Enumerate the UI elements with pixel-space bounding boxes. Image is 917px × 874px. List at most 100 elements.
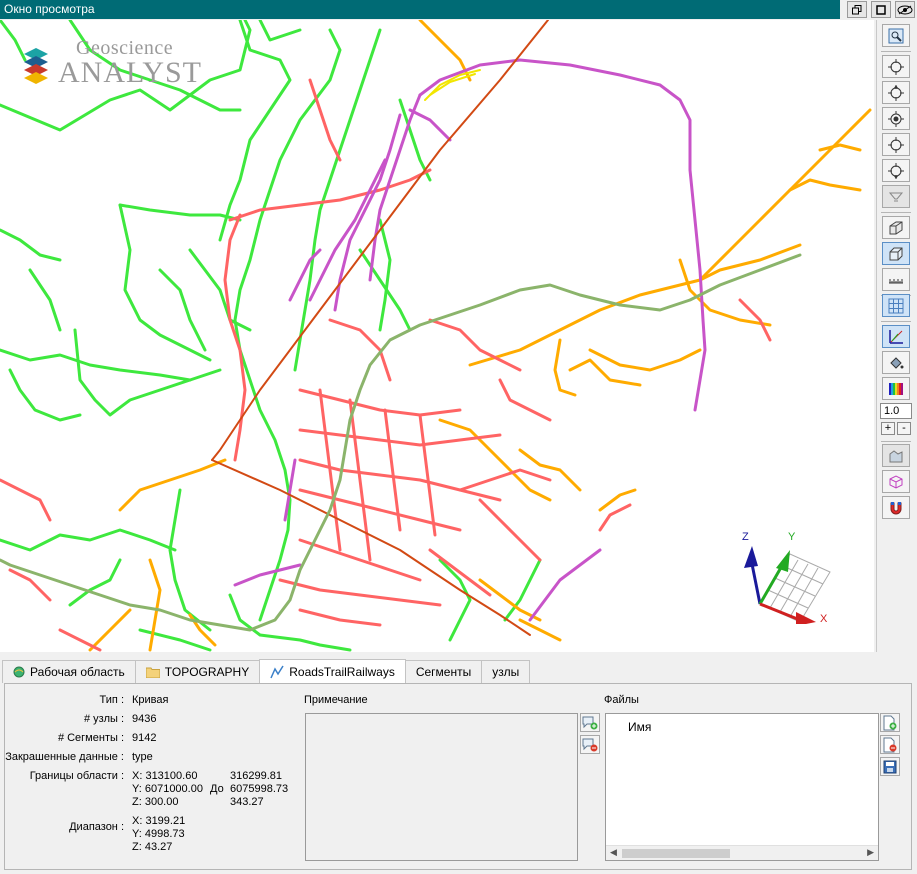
axis-y-label: Y <box>788 531 796 543</box>
scale-plus-button[interactable]: + <box>881 422 895 435</box>
axes-icon <box>889 329 903 344</box>
view-top-icon <box>888 58 904 75</box>
zoom-extents-icon <box>888 28 904 43</box>
vertical-scale-input[interactable]: 1.0 <box>880 403 912 419</box>
hide-button[interactable] <box>895 1 915 18</box>
add-file-icon <box>883 715 897 730</box>
paint-bucket-icon <box>890 356 904 369</box>
prop-nodes-value: 9436 <box>132 713 157 725</box>
tab-label: узлы <box>492 665 520 679</box>
clip-plane-icon <box>888 192 904 201</box>
axis-triad: Z Y X <box>742 531 831 624</box>
range-values: X: 3199.21 Y: 4998.73 Z: 43.27 <box>132 815 186 853</box>
object-properties-panel: Тип : Кривая # узлы : 9436 # Сегменты : … <box>4 683 912 870</box>
logo-line-1: Geoscience <box>76 37 174 59</box>
clip-plane-button[interactable] <box>882 185 910 208</box>
tab-roads-trail-railways[interactable]: RoadsTrailRailways <box>259 659 406 683</box>
perspective-box-icon <box>889 221 903 234</box>
ruler-button[interactable] <box>882 268 910 291</box>
logo-line-2: ANALYST <box>58 56 202 89</box>
notes-textarea[interactable] <box>305 713 578 861</box>
paint-bucket-button[interactable] <box>882 351 910 374</box>
restore-icon <box>852 4 862 14</box>
prop-segments: # Сегменты : 9142 <box>57 732 157 744</box>
title-buttons <box>847 1 915 18</box>
tab-workspace[interactable]: Рабочая область <box>2 660 136 683</box>
scale-minus-button[interactable]: - <box>897 422 911 435</box>
grid-icon <box>888 298 904 313</box>
files-list[interactable]: Имя ◀ ▶ <box>605 713 879 861</box>
zoom-extents-button[interactable] <box>882 24 910 47</box>
files-name-column-header: Имя <box>628 720 652 734</box>
prop-nodes: # узлы : 9436 <box>83 713 157 725</box>
orthographic-box-icon <box>889 247 903 260</box>
eye-hidden-icon <box>897 5 913 14</box>
cross-section-button[interactable] <box>882 444 910 467</box>
geoscience-analyst-logo: Geoscience ANALYST <box>20 38 202 88</box>
bounds-grid: X: 313100.60 316299.81 Y: 6071000.00 До … <box>132 770 289 808</box>
remove-note-icon <box>582 738 598 751</box>
view-east-button[interactable] <box>882 133 910 156</box>
save-file-button[interactable] <box>880 757 900 776</box>
tab-label: RoadsTrailRailways <box>289 664 395 679</box>
maximize-button[interactable] <box>871 1 891 18</box>
snap-magnet-button[interactable] <box>882 496 910 519</box>
view-center-icon <box>888 110 904 127</box>
axis-z-label: Z <box>742 531 749 543</box>
workspace-globe-icon <box>13 666 25 678</box>
view-south-button[interactable] <box>882 159 910 182</box>
files-label: Файлы <box>604 694 639 706</box>
prop-type: Тип : Кривая <box>99 694 169 706</box>
axes-button[interactable] <box>882 325 910 348</box>
tab-label: Рабочая область <box>30 665 125 679</box>
scroll-right-icon[interactable]: ▶ <box>867 847 874 858</box>
view-center-button[interactable] <box>882 107 910 130</box>
3d-viewport[interactable]: Geoscience ANALYST Z Y X <box>0 20 874 652</box>
tab-label: TOPOGRAPHY <box>164 665 250 679</box>
color-bar-button[interactable] <box>882 377 910 400</box>
tab-nodes[interactable]: узлы <box>481 660 531 683</box>
remove-note-button[interactable] <box>580 735 600 754</box>
view-top-button[interactable] <box>882 55 910 78</box>
prop-range: Диапазон : X: 3199.21 Y: 4998.73 Z: 43.2… <box>69 815 186 853</box>
notes-label: Примечание <box>304 694 368 706</box>
perspective-button[interactable] <box>882 216 910 239</box>
restore-button[interactable] <box>847 1 867 18</box>
tab-label: Сегменты <box>415 665 472 679</box>
save-disk-icon <box>883 760 897 773</box>
add-file-button[interactable] <box>880 713 900 732</box>
view-toolbar: 1.0 + - <box>876 20 915 652</box>
tab-topography[interactable]: TOPOGRAPHY <box>134 660 261 683</box>
magnet-icon <box>890 501 902 514</box>
curve-icon <box>270 665 284 678</box>
view-south-icon <box>888 162 904 179</box>
orthographic-button[interactable] <box>882 242 910 265</box>
prop-colored-data: Закрашенные данные : type <box>5 751 153 763</box>
scrollbar-thumb[interactable] <box>622 849 730 858</box>
files-horizontal-scrollbar[interactable]: ◀ ▶ <box>606 845 878 860</box>
axis-x-label: X <box>820 613 828 624</box>
bounding-box-button[interactable] <box>882 470 910 493</box>
remove-file-icon <box>883 737 897 752</box>
view-north-button[interactable] <box>882 81 910 104</box>
grid-button[interactable] <box>882 294 910 317</box>
prop-colored-value: type <box>132 751 153 763</box>
prop-bounds: Границы области : X: 313100.60 316299.81… <box>5 770 300 809</box>
remove-file-button[interactable] <box>880 735 900 754</box>
prop-segments-value: 9142 <box>132 732 157 744</box>
maximize-icon <box>876 4 886 15</box>
window-title: Окно просмотра <box>4 2 95 16</box>
view-east-icon <box>888 136 904 153</box>
add-note-button[interactable] <box>580 713 600 732</box>
logo-text: Geoscience ANALYST <box>58 38 202 88</box>
tab-segments[interactable]: Сегменты <box>404 660 483 683</box>
scroll-left-icon[interactable]: ◀ <box>610 847 617 858</box>
add-note-icon <box>582 716 598 729</box>
bounding-box-icon <box>889 474 903 489</box>
color-bar-icon <box>889 382 903 395</box>
viewport-titlebar: Окно просмотра <box>0 0 840 19</box>
cross-section-icon <box>889 449 903 462</box>
layers-logo-icon <box>24 48 48 84</box>
view-north-icon <box>888 84 904 101</box>
prop-type-value: Кривая <box>132 694 169 706</box>
